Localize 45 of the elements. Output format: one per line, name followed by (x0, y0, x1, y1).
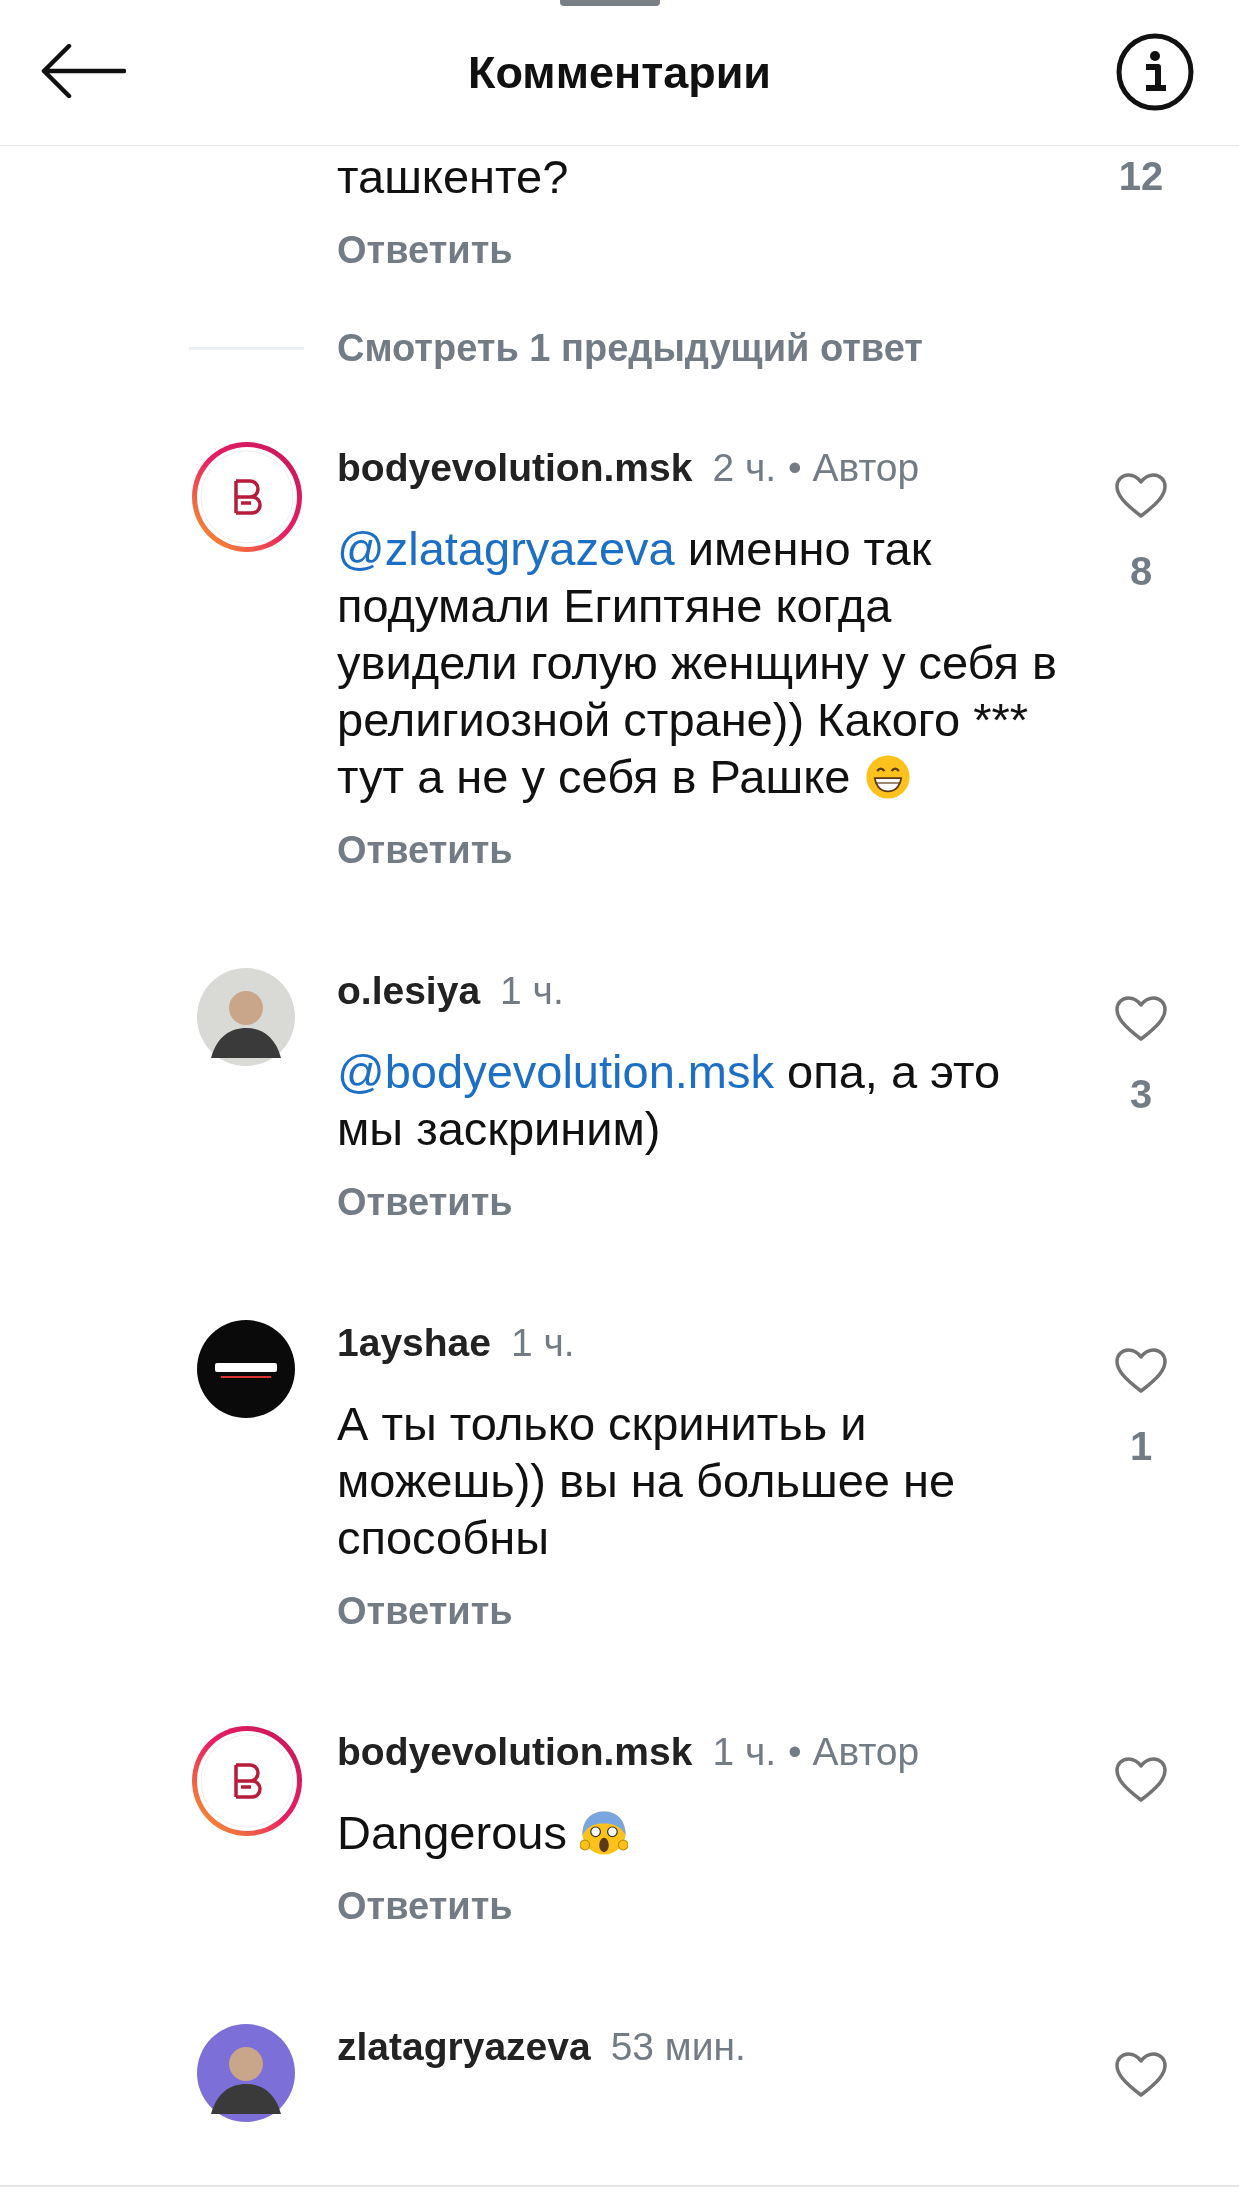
comment-time: 53 мин. (610, 2024, 746, 2070)
reply-link[interactable]: Ответить (337, 225, 513, 275)
screen-title: Комментарии (468, 46, 771, 99)
reply-link[interactable]: Ответить (337, 825, 513, 875)
like-count: 12 (1118, 154, 1164, 198)
avatar[interactable] (197, 968, 295, 1066)
comment-text: @bodyevolution.msk опа, а это мы заскриним) (337, 1044, 1002, 1157)
author-label: • Автор (788, 445, 920, 491)
reply-link[interactable]: Ответить (337, 1586, 513, 1636)
username[interactable]: bodyevolution.msk (337, 1727, 693, 1777)
comment-text: ташкенте? (337, 149, 569, 205)
username[interactable]: bodyevolution.msk (337, 443, 693, 493)
username[interactable]: 1ayshae (337, 1318, 491, 1368)
view-replies-link[interactable]: Смотреть 1 предыдущий ответ (337, 326, 923, 370)
avatar[interactable] (197, 2024, 295, 2122)
heart-icon[interactable] (1114, 995, 1168, 1043)
username[interactable]: o.lesiya (337, 966, 481, 1016)
comment-time: 1 ч. (510, 1320, 575, 1366)
comment-time: 1 ч. (500, 968, 564, 1014)
heart-icon[interactable] (1114, 1756, 1168, 1804)
like-count: 3 (1129, 1072, 1153, 1116)
like-count: 1 (1129, 1424, 1153, 1468)
drag-handle[interactable] (560, 0, 660, 6)
heart-icon[interactable] (1114, 1347, 1168, 1395)
comment-text: Dangerous (337, 1804, 628, 1861)
author-label: • Автор (788, 1729, 920, 1775)
like-count: 8 (1129, 549, 1153, 593)
heart-icon[interactable] (1114, 2051, 1168, 2099)
comment-time: 1 ч. (712, 1729, 777, 1775)
info-icon[interactable] (1115, 31, 1195, 112)
reply-link[interactable]: Ответить (337, 1177, 513, 1227)
heart-icon[interactable] (1114, 472, 1168, 520)
comment-time: 2 ч. (712, 445, 777, 491)
back-arrow-icon[interactable] (40, 43, 126, 98)
username[interactable]: zlatagryazeva (337, 2022, 591, 2072)
screaming-emoji-icon (580, 1809, 628, 1857)
avatar[interactable] (189, 1723, 305, 1839)
avatar[interactable] (197, 1320, 295, 1418)
avatar[interactable] (189, 439, 305, 555)
reply-link[interactable]: Ответить (337, 1881, 513, 1931)
mention-link[interactable]: @zlatagryazeva (337, 522, 675, 575)
comment-text: @zlatagryazeva именно так подумали Египтяне когда увидели голую женщину у себя в религиозной стране)) Какого *** тут а не у себя в Рашке (337, 521, 1057, 805)
grinning-emoji-icon (863, 753, 912, 801)
mention-link[interactable]: @bodyevolution.msk (337, 1045, 774, 1098)
comment-text: А ты только скринитьь и можешь)) вы на большее не способны (337, 1396, 957, 1566)
